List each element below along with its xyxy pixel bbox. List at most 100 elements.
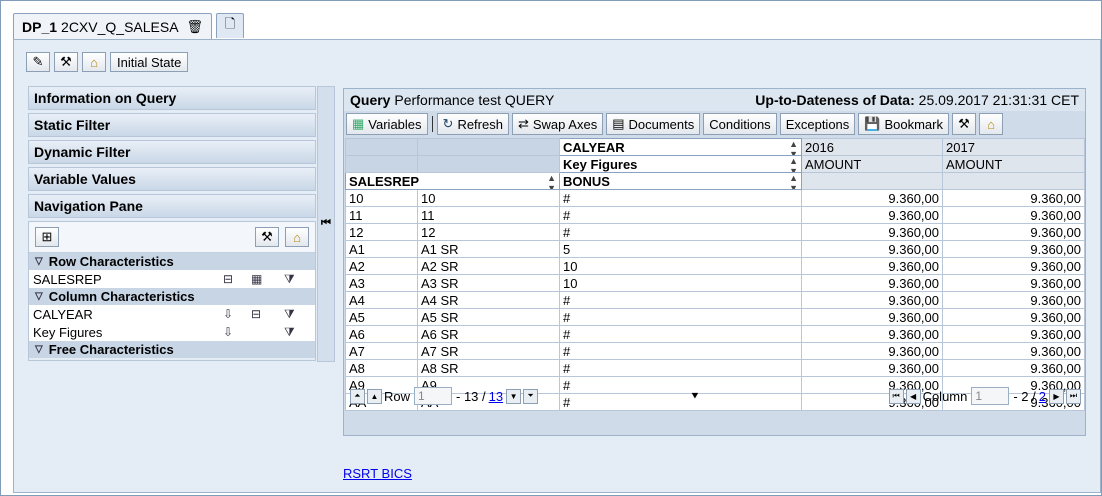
nav-item-salesrep[interactable]: SALESREP ⊟ ▦ ⧩ — [29, 270, 315, 288]
bookmark-button[interactable]: 💾 Bookmark — [858, 113, 949, 135]
query-settings-button[interactable]: ⚒ — [952, 113, 976, 135]
swap-axes-button[interactable]: ⇄ Swap Axes — [511, 113, 604, 135]
section-variable-values[interactable]: Variable Values — [28, 167, 316, 191]
free-characteristics-header[interactable]: ▽ Free Characteristics — [29, 341, 315, 358]
row-amount-2016-cell: 9.360,00 — [801, 257, 943, 275]
row-amount-2016-cell: 9.360,00 — [801, 274, 943, 292]
table-icon[interactable]: ▦ — [251, 272, 262, 286]
nav-item-label: CALYEAR — [33, 306, 93, 322]
nav-item-calyear[interactable]: CALYEAR ⇩ ⊟ ⧩ — [29, 305, 315, 323]
filter-icon[interactable]: ⧩ — [284, 307, 295, 322]
filter-icon[interactable]: ⧩ — [284, 325, 295, 340]
table-row: 12 12 #9.360,00 9.360,00 — [345, 223, 1085, 241]
column-right-icon[interactable]: ▶ — [1049, 388, 1064, 404]
page-up-icon[interactable]: ▲ — [367, 388, 382, 404]
table-row: A4 A4 SR #9.360,00 9.360,00 — [345, 291, 1085, 309]
uptodate-value: 25.09.2017 21:31:31 CET — [918, 92, 1079, 108]
row-characteristics-header[interactable]: ▽ Row Characteristics — [29, 253, 315, 270]
row-amount-2017-cell: 9.360,00 — [942, 291, 1085, 309]
collapse-left-icon[interactable]: ⏮ — [321, 217, 331, 230]
rsrt-bics-link[interactable]: RSRT BICS — [343, 466, 412, 481]
sort-icon[interactable]: ▲ ▼ — [789, 157, 798, 172]
swap-icon[interactable]: ⊟ — [223, 272, 233, 286]
trash-icon[interactable]: 🗑 — [187, 19, 204, 35]
grid-spacer — [942, 172, 1085, 190]
rsrt-bics-label[interactable]: RSRT BICS — [343, 466, 412, 481]
tab-dp1[interactable]: DP_1 2CXV_Q_SALESA 🗑 — [13, 13, 213, 40]
page-down-icon[interactable]: ▼ — [506, 388, 522, 404]
nav-item-key-figures[interactable]: Key Figures ⇩ ⧩ — [29, 323, 315, 341]
edit-button[interactable]: ✎ — [26, 52, 50, 72]
tag-button[interactable]: ⌂ — [82, 52, 106, 72]
row-text-cell: A7 SR — [417, 342, 560, 360]
row-amount-2016-cell: 9.360,00 — [801, 206, 943, 224]
sort-icon[interactable]: ▲ ▼ — [789, 140, 798, 155]
row-text-cell: A4 SR — [417, 291, 560, 309]
conditions-button[interactable]: Conditions — [703, 113, 777, 135]
nav-tag-button[interactable]: ⌂ — [285, 227, 309, 247]
section-static-filter[interactable]: Static Filter — [28, 113, 316, 137]
expand-icon[interactable]: ⯆ — [690, 389, 700, 404]
salesrep-header[interactable]: SALESREP ▲ ▼ — [345, 172, 560, 190]
query-tag-button[interactable]: ⌂ — [979, 113, 1003, 135]
table-row: A2 A2 SR 10 9.360,00 9.360,00 — [345, 257, 1085, 275]
bonus-header[interactable]: BONUS ▲ ▼ — [559, 172, 802, 190]
row-input[interactable] — [414, 387, 453, 405]
key-figures-label: Key Figures — [563, 156, 638, 172]
column-characteristics-header[interactable]: ▽ Column Characteristics — [29, 288, 315, 305]
section-navigation-pane[interactable]: Navigation Pane — [28, 194, 316, 218]
key-figures-header[interactable]: Key Figures ▲ ▼ — [559, 155, 802, 173]
row-bonus-cell: # — [559, 325, 802, 343]
first-column-icon[interactable]: ⏮ — [888, 388, 904, 404]
tab-new[interactable]: 🗋 — [216, 13, 245, 38]
filter-icon[interactable]: ⧩ — [284, 272, 295, 287]
add-icon: ⊞ — [41, 229, 53, 244]
last-page-icon[interactable]: ⏷ — [523, 388, 539, 404]
pane-splitter[interactable]: ⏮ — [317, 86, 335, 362]
column-input[interactable] — [971, 387, 1010, 405]
query-name: Performance test QUERY — [394, 92, 555, 108]
variables-label: Variables — [368, 116, 422, 132]
last-column-icon[interactable]: ⏭ — [1066, 388, 1081, 404]
exceptions-button[interactable]: Exceptions — [779, 113, 856, 135]
row-amount-2017-cell: 9.360,00 — [942, 240, 1085, 258]
table-row: 11 11 #9.360,00 9.360,00 — [345, 206, 1085, 224]
row-characteristics-label: Row Characteristics — [48, 254, 174, 269]
row-label: Row — [384, 388, 411, 404]
column-total-link[interactable]: 2 — [1039, 389, 1046, 404]
window-frame: DP_1 2CXV_Q_SALESA 🗑 🗋 ✎ ⚒ ⌂ Initial Sta… — [0, 0, 1102, 496]
calyear-header[interactable]: CALYEAR ▲ ▼ — [559, 138, 802, 156]
first-page-icon[interactable]: ⏶ — [350, 388, 365, 404]
sort-icon[interactable]: ▲ ▼ — [789, 174, 798, 189]
section-dynamic-filter[interactable]: Dynamic Filter — [28, 140, 316, 164]
row-amount-2016-cell: 9.360,00 — [801, 291, 943, 309]
section-information-on-query[interactable]: Information on Query — [28, 86, 316, 110]
query-label: Query — [350, 92, 391, 108]
tabstrip: DP_1 2CXV_Q_SALESA 🗑 🗋 — [13, 13, 248, 40]
documents-button[interactable]: ▤ Documents — [606, 113, 701, 135]
query-toolbar: ▦ Variables ↻ Refresh ⇄ Swap Axes ▤ Document… — [344, 111, 1085, 137]
row-total-link[interactable]: 13 — [489, 389, 503, 404]
free-characteristics-label: Free Characteristics — [48, 342, 174, 357]
row-amount-2017-cell: 9.360,00 — [942, 189, 1085, 207]
settings-button[interactable]: ⚒ — [54, 52, 78, 72]
sort-icon[interactable]: ▲ ▼ — [547, 174, 556, 189]
column-left-icon[interactable]: ◀ — [905, 388, 921, 404]
variables-icon: ▦ — [352, 116, 365, 131]
row-text-cell: 10 — [417, 189, 560, 207]
row-bonus-cell: 5 — [559, 240, 802, 258]
navigation-pane: ⊞ ⚒ ⌂ ▽ Row Characteristics SALESREP ⊟ ▦ … — [28, 221, 316, 361]
variables-button[interactable]: ▦ Variables — [346, 113, 428, 135]
bookmark-label: Bookmark — [884, 116, 943, 132]
collapse-triangle-icon: ▽ — [35, 344, 43, 355]
nav-settings-button[interactable]: ⚒ — [255, 227, 279, 247]
refresh-label: Refresh — [457, 116, 503, 132]
move-down-icon[interactable]: ⇩ — [223, 325, 233, 339]
row-text-cell: A6 SR — [417, 325, 560, 343]
add-button[interactable]: ⊞ — [35, 227, 59, 247]
new-document-icon: 🗋 — [224, 16, 236, 31]
move-down-icon[interactable]: ⇩ — [223, 307, 233, 321]
refresh-button[interactable]: ↻ Refresh — [436, 113, 509, 135]
initial-state-button[interactable]: Initial State — [110, 52, 189, 72]
swap-icon[interactable]: ⊟ — [251, 307, 261, 321]
